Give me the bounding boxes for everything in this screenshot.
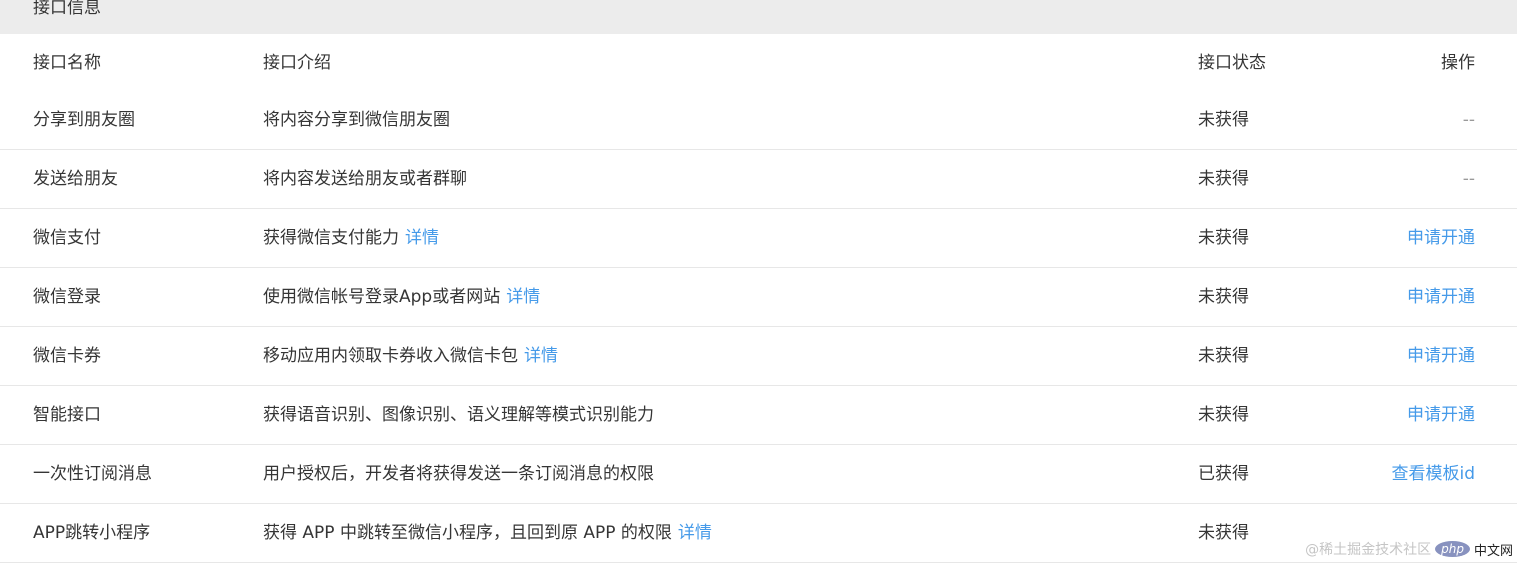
action-link[interactable]: 查看模板id: [1391, 463, 1475, 485]
interface-desc: 使用微信帐号登录App或者网站: [263, 287, 501, 307]
action-link[interactable]: 申请开通: [1407, 345, 1475, 367]
table-row: 分享到朋友圈 将内容分享到微信朋友圈 未获得 --: [0, 91, 1517, 150]
watermark-label: 中文网: [1473, 543, 1513, 559]
section-title: 接口信息: [33, 0, 101, 18]
column-header-action: 操作: [1441, 52, 1475, 73]
interface-name: 一次性订阅消息: [33, 464, 152, 484]
details-link[interactable]: 详情: [524, 346, 558, 366]
table-row: 智能接口 获得语音识别、图像识别、语义理解等模式识别能力 未获得 申请开通: [0, 386, 1517, 445]
watermark-text: @稀土掘金技术社区: [1305, 542, 1432, 558]
interface-name: 发送给朋友: [33, 169, 118, 189]
interface-desc-cell: 移动应用内领取卡券收入微信卡包 详情: [263, 345, 558, 367]
interface-status: 未获得: [1198, 287, 1249, 307]
interface-name: 微信登录: [33, 287, 101, 307]
action-link[interactable]: 申请开通: [1407, 404, 1475, 426]
interface-status: 未获得: [1198, 169, 1249, 189]
action-placeholder: --: [1462, 169, 1475, 189]
watermark: @稀土掘金技术社区 php 中文网: [1305, 539, 1513, 559]
interface-desc-cell: 使用微信帐号登录App或者网站 详情: [263, 286, 540, 308]
table-body: 分享到朋友圈 将内容分享到微信朋友圈 未获得 -- 发送给朋友 将内容发送给朋友或者群聊未…: [0, 91, 1517, 563]
action-placeholder: --: [1462, 110, 1475, 130]
interface-desc-cell: 获得语音识别、图像识别、语义理解等模式识别能力: [263, 404, 654, 426]
interface-name: APP跳转小程序: [33, 523, 151, 543]
interface-name: 微信支付: [33, 228, 101, 248]
interface-desc: 获得 APP 中跳转至微信小程序，且回到原 APP 的权限: [263, 523, 672, 543]
section-header: 接口信息: [0, 0, 1517, 34]
details-link[interactable]: 详情: [678, 523, 712, 543]
interface-desc-cell: 获得 APP 中跳转至微信小程序，且回到原 APP 的权限 详情: [263, 522, 712, 544]
details-link[interactable]: 详情: [405, 228, 439, 248]
details-link[interactable]: 详情: [506, 287, 540, 307]
column-header-status: 接口状态: [1198, 52, 1266, 73]
table-row: 微信支付 获得微信支付能力 详情 未获得 申请开通: [0, 209, 1517, 268]
interface-name: 分享到朋友圈: [33, 110, 135, 130]
action-link[interactable]: 申请开通: [1407, 286, 1475, 308]
table-row: 微信登录 使用微信帐号登录App或者网站 详情 未获得 申请开通: [0, 268, 1517, 327]
table-row: 一次性订阅消息 用户授权后，开发者将获得发送一条订阅消息的权限 已获得 查看模板id: [0, 445, 1517, 504]
interface-desc: 将内容发送给朋友或者群聊: [263, 169, 467, 189]
interface-name: 微信卡券: [33, 346, 101, 366]
table-header-row: 接口名称 接口介绍 接口状态 操作: [0, 34, 1517, 91]
interface-desc: 移动应用内领取卡券收入微信卡包: [263, 346, 518, 366]
interface-status: 未获得: [1198, 110, 1249, 130]
interface-desc-cell: 用户授权后，开发者将获得发送一条订阅消息的权限: [263, 463, 654, 485]
interface-desc: 将内容分享到微信朋友圈: [263, 110, 450, 130]
interface-status: 已获得: [1198, 464, 1249, 484]
column-header-name: 接口名称: [33, 52, 101, 73]
column-header-desc: 接口介绍: [263, 52, 331, 73]
interface-desc: 获得语音识别、图像识别、语义理解等模式识别能力: [263, 405, 654, 425]
interface-desc: 用户授权后，开发者将获得发送一条订阅消息的权限: [263, 464, 654, 484]
table-row: 发送给朋友 将内容发送给朋友或者群聊 未获得 --: [0, 150, 1517, 209]
interface-status: 未获得: [1198, 523, 1249, 543]
interface-desc-cell: 获得微信支付能力 详情: [263, 227, 439, 249]
interface-name: 智能接口: [33, 405, 101, 425]
table-row: APP跳转小程序 获得 APP 中跳转至微信小程序，且回到原 APP 的权限 详情 未…: [0, 504, 1517, 563]
table-row: 微信卡券 移动应用内领取卡券收入微信卡包 详情 未获得 申请开通: [0, 327, 1517, 386]
action-link[interactable]: 申请开通: [1407, 227, 1475, 249]
interface-table: 接口名称 接口介绍 接口状态 操作 分享到朋友圈 将内容分享到微信朋友圈 未获得 --…: [0, 34, 1517, 563]
interface-desc-cell: 将内容发送给朋友或者群聊: [263, 168, 467, 190]
interface-status: 未获得: [1198, 228, 1249, 248]
php-logo-icon: php: [1435, 541, 1470, 557]
interface-info-panel: 接口信息 接口名称 接口介绍 接口状态 操作 分享到朋友圈 将内容分享到微信朋友圈…: [0, 0, 1517, 565]
interface-desc: 获得微信支付能力: [263, 228, 399, 248]
interface-desc-cell: 将内容分享到微信朋友圈: [263, 109, 450, 131]
interface-status: 未获得: [1198, 346, 1249, 366]
interface-status: 未获得: [1198, 405, 1249, 425]
